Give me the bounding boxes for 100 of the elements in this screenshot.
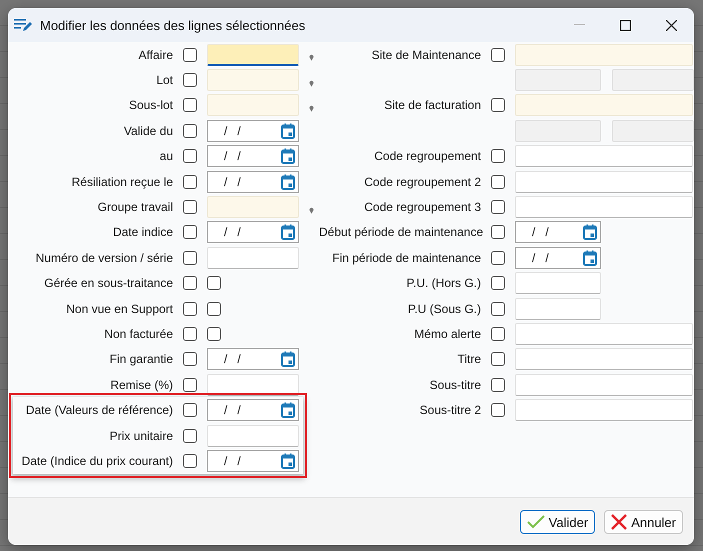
checkbox[interactable]	[207, 276, 221, 290]
field-label: Site de Maintenance	[370, 48, 481, 62]
text-field[interactable]	[515, 298, 601, 320]
lookup-field[interactable]	[207, 196, 299, 218]
field-label: Code regroupement 2	[363, 174, 481, 189]
field-label: Code regroupement 3	[363, 200, 481, 214]
text-field[interactable]	[515, 348, 693, 370]
checkbox[interactable]	[183, 73, 197, 88]
checkbox[interactable]	[183, 98, 197, 112]
date-field[interactable]: / /	[207, 450, 299, 472]
checkbox[interactable]	[183, 124, 197, 138]
edit-list-icon	[14, 18, 32, 32]
calendar-icon[interactable]	[281, 224, 295, 240]
checkbox[interactable]	[207, 302, 221, 316]
lookup-field[interactable]	[207, 94, 299, 116]
validate-button[interactable]: Valider	[520, 510, 596, 534]
checkbox[interactable]	[491, 250, 505, 265]
pin-icon[interactable]	[309, 104, 314, 112]
text-field[interactable]	[515, 145, 693, 168]
calendar-icon[interactable]	[583, 250, 597, 266]
lookup-field[interactable]	[515, 44, 693, 66]
date-field[interactable]: / /	[515, 246, 601, 269]
date-field[interactable]: / /	[515, 221, 601, 244]
calendar-icon[interactable]	[281, 351, 295, 368]
field-label: Affaire	[138, 48, 173, 62]
field-label: Sous-lot	[128, 98, 173, 112]
calendar-icon[interactable]	[281, 148, 295, 164]
checkbox[interactable]	[491, 200, 505, 214]
cancel-button[interactable]: Annuler	[604, 510, 683, 534]
checkbox[interactable]	[183, 378, 197, 392]
checkbox[interactable]	[491, 98, 505, 112]
window-title: Modifier les données des lignes sélectionnées	[40, 18, 306, 32]
date-field[interactable]: / /	[207, 145, 299, 168]
pin-icon[interactable]	[309, 80, 314, 87]
field-label: Gérée en sous-traitance	[43, 276, 173, 290]
field-label: Code regroupement	[373, 149, 481, 164]
text-field[interactable]	[207, 374, 299, 396]
field-label: Sous-titre	[428, 378, 481, 392]
calendar-icon[interactable]	[281, 174, 295, 190]
field-label: Site de facturation	[383, 98, 481, 112]
field-label: Lot	[155, 73, 173, 88]
date-field[interactable]: / /	[207, 348, 299, 370]
field-label: Début période de maintenance	[319, 225, 481, 240]
field-label: Date indice	[112, 225, 173, 240]
checkbox[interactable]	[183, 225, 197, 240]
checkbox[interactable]	[491, 276, 505, 290]
text-field[interactable]	[515, 272, 601, 294]
checkbox[interactable]	[491, 403, 505, 418]
field-label: Valide du	[122, 124, 173, 138]
checkbox[interactable]	[491, 352, 505, 366]
lookup-field[interactable]	[207, 44, 299, 66]
text-field[interactable]	[515, 170, 693, 193]
date-field[interactable]: / /	[207, 120, 299, 142]
field-label: Mémo alerte	[413, 326, 481, 341]
calendar-icon[interactable]	[583, 224, 597, 240]
text-field[interactable]	[515, 374, 693, 396]
text-field[interactable]	[515, 399, 693, 422]
calendar-icon[interactable]	[281, 122, 295, 139]
checkbox[interactable]	[207, 326, 221, 341]
close-icon	[666, 20, 676, 30]
checkbox[interactable]	[491, 48, 505, 62]
checkbox[interactable]	[183, 352, 197, 366]
checkbox[interactable]	[183, 276, 197, 290]
checkbox[interactable]	[491, 326, 505, 341]
checkbox[interactable]	[183, 250, 197, 265]
date-field[interactable]: / /	[207, 170, 299, 193]
text-field[interactable]	[207, 246, 299, 269]
checkbox[interactable]	[183, 200, 197, 214]
text-field[interactable]	[515, 196, 693, 218]
cross-icon	[611, 514, 628, 530]
checkbox[interactable]	[183, 454, 197, 468]
date-field[interactable]: / /	[207, 221, 299, 244]
checkbox[interactable]	[491, 302, 505, 316]
calendar-icon[interactable]	[281, 402, 295, 418]
field-label: Remise (%)	[109, 378, 173, 392]
checkbox[interactable]	[491, 149, 505, 164]
lookup-field[interactable]	[207, 69, 299, 92]
field-label: Date (Indice du prix courant)	[20, 454, 173, 468]
checkbox[interactable]	[491, 225, 505, 240]
checkbox[interactable]	[183, 149, 197, 164]
calendar-icon[interactable]	[281, 452, 295, 469]
checkbox[interactable]	[183, 48, 197, 62]
field-label: Prix unitaire	[108, 428, 173, 443]
checkbox[interactable]	[491, 378, 505, 392]
field-label: au	[158, 149, 173, 164]
pin-icon[interactable]	[309, 206, 314, 214]
checkbox[interactable]	[183, 302, 197, 316]
checkbox[interactable]	[183, 326, 197, 341]
checkbox[interactable]	[491, 174, 505, 189]
text-field[interactable]	[515, 322, 693, 345]
date-field[interactable]: / /	[207, 399, 299, 422]
checkbox[interactable]	[183, 428, 197, 443]
text-field[interactable]	[207, 424, 299, 447]
lookup-field[interactable]	[515, 94, 693, 116]
checkbox[interactable]	[183, 174, 197, 189]
field-label: Date (Valeurs de référence)	[24, 403, 173, 418]
field-label: Non facturée	[103, 326, 173, 341]
checkbox[interactable]	[183, 403, 197, 418]
pin-icon[interactable]	[309, 54, 314, 62]
field-label: Groupe travail	[96, 200, 173, 214]
